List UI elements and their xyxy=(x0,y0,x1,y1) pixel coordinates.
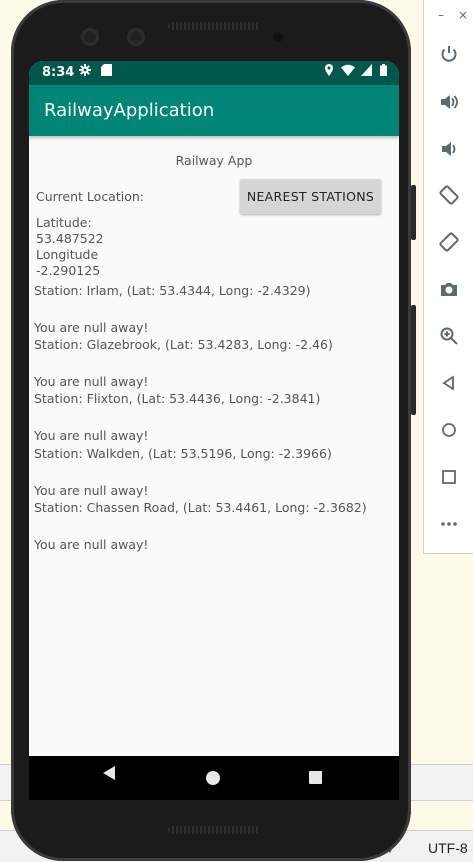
volume-down-icon[interactable] xyxy=(434,134,464,164)
station-line: Station: Walkden, (Lat: 53.5196, Long: -… xyxy=(34,446,332,461)
more-icon[interactable] xyxy=(434,509,464,539)
nav-back-icon[interactable] xyxy=(103,766,115,780)
status-time: 8:34 xyxy=(42,65,75,80)
emulator-toolbar: –× xyxy=(423,0,473,554)
android-status-bar: 8:34 xyxy=(29,61,399,85)
location-icon xyxy=(324,64,333,76)
zoom-icon[interactable] xyxy=(434,321,464,351)
station-distance: You are null away! xyxy=(34,374,149,389)
file-encoding-selector[interactable]: UTF-8 xyxy=(428,840,468,856)
app-title: RailwayApplication xyxy=(44,100,215,121)
volume-up-icon[interactable] xyxy=(434,87,464,117)
latitude-value: 53.487522 xyxy=(36,231,104,246)
bottom-speaker xyxy=(168,826,260,834)
station-line: Station: Irlam, (Lat: 53.4344, Long: -2.… xyxy=(34,283,311,298)
camera-icon[interactable] xyxy=(434,274,464,304)
page-header: Railway App xyxy=(175,153,253,168)
nearest-stations-button[interactable]: NEAREST STATIONS xyxy=(240,179,381,214)
device-screen: 8:34 RailwayApplication Railway App Curr… xyxy=(29,61,399,756)
power-icon[interactable] xyxy=(434,39,464,69)
station-line: Station: Glazebrook, (Lat: 53.4283, Long… xyxy=(34,337,333,352)
station-distance: You are null away! xyxy=(34,537,149,552)
power-side-button xyxy=(411,185,416,240)
station-line: Station: Flixton, (Lat: 53.4436, Long: -… xyxy=(34,391,321,406)
front-camera xyxy=(81,28,99,46)
status-right-icons xyxy=(324,64,387,78)
rotate-left-icon[interactable] xyxy=(434,180,464,210)
app-toolbar: RailwayApplication xyxy=(29,85,399,136)
minimize-icon[interactable]: – xyxy=(438,8,458,22)
sd-card-icon xyxy=(101,64,113,76)
station-distance: You are null away! xyxy=(34,320,149,335)
front-sensor xyxy=(127,28,145,46)
android-navigation-bar xyxy=(29,756,399,800)
status-left-icons xyxy=(79,64,113,79)
longitude-label: Longitude xyxy=(36,247,99,262)
nav-home-icon[interactable] xyxy=(206,771,220,785)
latitude-label: Latitude: xyxy=(36,215,92,230)
volume-side-button xyxy=(411,305,416,415)
signal-icon xyxy=(361,64,373,76)
proximity-sensor xyxy=(273,32,283,42)
current-location-label: Current Location: xyxy=(36,189,145,204)
window-controls: –× xyxy=(438,8,473,22)
wifi-icon xyxy=(341,64,356,76)
longitude-value: -2.290125 xyxy=(36,263,101,278)
rotate-right-icon[interactable] xyxy=(434,227,464,257)
gear-icon xyxy=(79,64,91,76)
battery-icon xyxy=(380,64,387,76)
home-icon[interactable] xyxy=(434,415,464,445)
station-distance: You are null away! xyxy=(34,483,149,498)
top-speaker xyxy=(168,22,260,30)
overview-icon[interactable] xyxy=(434,462,464,492)
back-icon[interactable] xyxy=(434,368,464,398)
nav-recents-icon[interactable] xyxy=(309,771,322,784)
station-line: Station: Chassen Road, (Lat: 53.4461, Lo… xyxy=(34,500,367,515)
station-distance: You are null away! xyxy=(34,428,149,443)
close-icon[interactable]: × xyxy=(458,8,473,22)
